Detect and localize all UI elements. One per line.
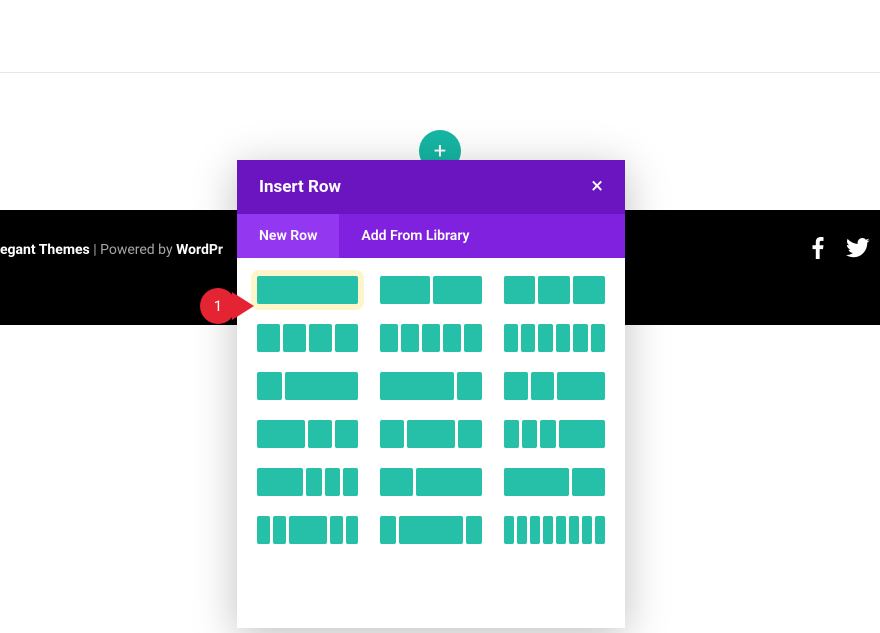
layout-column <box>543 516 553 544</box>
layout-column <box>257 276 358 304</box>
layout-column <box>557 372 605 400</box>
layout-grid <box>257 276 605 544</box>
layout-column <box>504 372 528 400</box>
layout-option-1[interactable] <box>380 276 481 304</box>
modal-title: Insert Row <box>259 177 341 197</box>
layout-column <box>573 324 587 352</box>
layout-column <box>531 372 555 400</box>
modal-header: Insert Row × <box>237 160 625 214</box>
layout-column <box>380 420 404 448</box>
layout-column <box>504 516 514 544</box>
header-divider <box>0 72 880 73</box>
layout-column <box>540 420 555 448</box>
layout-column <box>504 276 536 304</box>
layout-column <box>330 516 343 544</box>
layout-column <box>458 420 482 448</box>
layout-option-2[interactable] <box>504 276 605 304</box>
layout-column <box>538 276 570 304</box>
insert-row-modal: Insert Row × New Row Add From Library <box>237 160 625 628</box>
layout-column <box>443 324 461 352</box>
layout-column <box>273 516 286 544</box>
facebook-icon[interactable] <box>812 237 824 264</box>
layout-column <box>538 324 552 352</box>
layout-column <box>380 276 429 304</box>
layout-option-10[interactable] <box>380 420 481 448</box>
annotation-number: 1 <box>214 297 222 315</box>
layout-column <box>380 324 398 352</box>
layout-column <box>289 516 327 544</box>
layout-column <box>464 324 482 352</box>
layout-option-12[interactable] <box>257 468 358 496</box>
layout-column <box>595 516 605 544</box>
layout-option-5[interactable] <box>504 324 605 352</box>
layout-option-11[interactable] <box>504 420 605 448</box>
layout-column <box>285 372 359 400</box>
close-icon[interactable]: × <box>591 176 603 198</box>
layout-column <box>530 516 540 544</box>
footer-credits: egant Themes | Powered by WordPr <box>0 242 223 258</box>
twitter-icon[interactable] <box>846 238 870 263</box>
layout-column <box>257 516 270 544</box>
layout-column <box>522 420 537 448</box>
layout-column <box>457 372 482 400</box>
layout-column <box>433 276 482 304</box>
layout-option-9[interactable] <box>257 420 358 448</box>
layout-option-7[interactable] <box>380 372 481 400</box>
layout-column <box>517 516 527 544</box>
layout-column <box>591 324 605 352</box>
layout-column <box>346 516 359 544</box>
layout-column <box>559 420 605 448</box>
layout-option-16[interactable] <box>380 516 481 544</box>
layout-column <box>335 420 359 448</box>
modal-body <box>237 258 625 628</box>
tab-new-row[interactable]: New Row <box>237 214 339 258</box>
layout-option-0[interactable] <box>257 276 358 304</box>
layout-column <box>504 468 570 496</box>
layout-column <box>309 324 332 352</box>
layout-column <box>380 516 396 544</box>
layout-column <box>380 468 413 496</box>
layout-option-6[interactable] <box>257 372 358 400</box>
layout-option-14[interactable] <box>504 468 605 496</box>
layout-column <box>521 324 535 352</box>
layout-column <box>572 468 605 496</box>
layout-column <box>343 468 358 496</box>
layout-option-13[interactable] <box>380 468 481 496</box>
layout-column <box>257 468 303 496</box>
layout-column <box>407 420 455 448</box>
modal-tabs: New Row Add From Library <box>237 214 625 258</box>
layout-column <box>504 420 519 448</box>
layout-column <box>582 516 592 544</box>
layout-column <box>556 516 566 544</box>
layout-column <box>257 324 280 352</box>
layout-column <box>416 468 482 496</box>
layout-column <box>306 468 321 496</box>
layout-option-3[interactable] <box>257 324 358 352</box>
layout-option-15[interactable] <box>257 516 358 544</box>
layout-column <box>401 324 419 352</box>
layout-column <box>569 516 579 544</box>
layout-column <box>556 324 570 352</box>
layout-column <box>335 324 358 352</box>
layout-option-17[interactable] <box>504 516 605 544</box>
layout-option-8[interactable] <box>504 372 605 400</box>
layout-column <box>308 420 332 448</box>
layout-column <box>466 516 482 544</box>
layout-column <box>573 276 605 304</box>
layout-column <box>504 324 518 352</box>
layout-column <box>257 420 305 448</box>
layout-option-4[interactable] <box>380 324 481 352</box>
layout-column <box>422 324 440 352</box>
layout-column <box>380 372 454 400</box>
annotation-callout: 1 <box>200 288 244 324</box>
layout-column <box>257 372 282 400</box>
layout-column <box>325 468 340 496</box>
layout-column <box>399 516 463 544</box>
tab-add-from-library[interactable]: Add From Library <box>339 214 491 258</box>
layout-column <box>283 324 306 352</box>
